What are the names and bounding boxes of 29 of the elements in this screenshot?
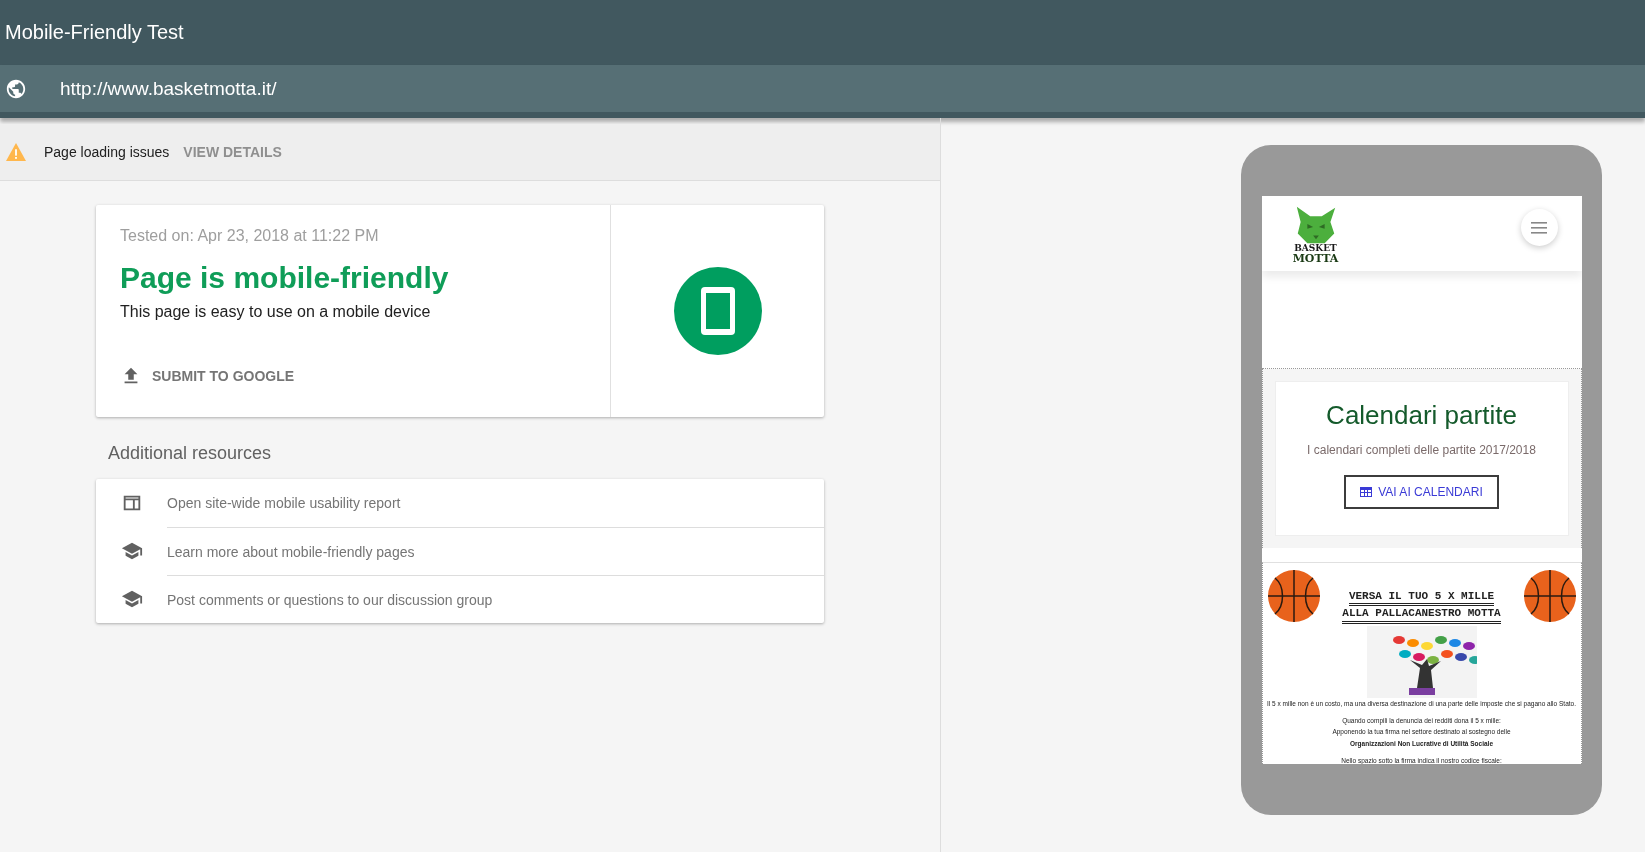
banner-heading: ALLA PALLACANESTRO MOTTA <box>1342 606 1501 624</box>
logo-text: BASKET <box>1294 243 1337 253</box>
basketball-icon <box>1266 569 1321 623</box>
banner-heading: VERSA IL TUO 5 X MILLE <box>1348 589 1495 607</box>
test-date: Tested on: Apr 23, 2018 at 11:22 PM <box>120 227 380 245</box>
calendar-button[interactable]: VAI AI CALENDARI <box>1344 475 1499 509</box>
resource-link[interactable]: Learn more about mobile-friendly pages <box>167 526 824 576</box>
phone-icon <box>673 267 762 355</box>
app-title: Mobile-Friendly Test <box>5 21 184 44</box>
submit-button[interactable]: SUBMIT TO GOOGLE <box>120 365 295 387</box>
hero-subtitle: I calendari completi delle partite 2017/2018 <box>1307 443 1536 457</box>
url-field[interactable]: http://www.basketmotta.it/ <box>60 77 277 100</box>
graduation-cap-icon <box>121 588 143 610</box>
verdict-description: This page is easy to use on a mobile device <box>120 303 432 321</box>
menu-button[interactable] <box>1520 209 1558 246</box>
menu-icon <box>1531 221 1547 234</box>
graduation-cap-icon <box>121 540 143 562</box>
view-details-button[interactable]: VIEW DETAILS <box>183 144 282 160</box>
basketball-icon <box>1522 569 1577 623</box>
hero-title: Calendari partite <box>1326 400 1517 431</box>
table-icon <box>1360 487 1373 497</box>
resource-link[interactable]: Post comments or questions to our discussion group <box>167 574 824 624</box>
warning-icon <box>5 142 27 162</box>
globe-icon <box>5 77 27 100</box>
verdict-heading: Page is mobile-friendly <box>120 261 450 295</box>
resource-link[interactable]: Open site-wide mobile usability report <box>167 479 824 527</box>
section-heading: Additional resources <box>108 443 273 464</box>
logo-text: MOTTA <box>1292 252 1339 264</box>
issues-message: Page loading issues <box>44 144 170 160</box>
